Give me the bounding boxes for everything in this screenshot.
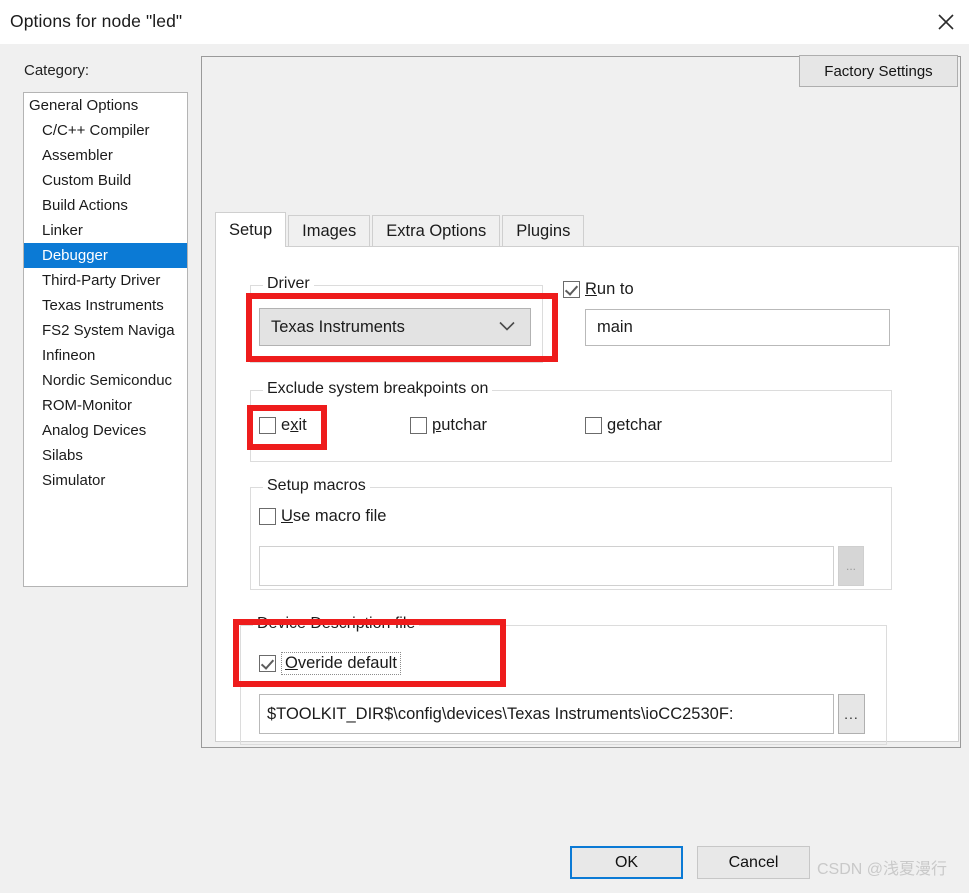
sidebar-item[interactable]: Debugger [24,243,187,268]
label-suffix: se macro file [292,507,387,525]
factory-settings-button[interactable]: Factory Settings [799,55,958,87]
exclude-getchar-label: getchar [607,416,662,435]
sidebar-item[interactable]: Silabs [24,443,187,468]
sidebar-item[interactable]: Texas Instruments [24,293,187,318]
label-accel: p [432,416,442,434]
sidebar-item[interactable]: ROM-Monitor [24,393,187,418]
label-suffix: veride default [297,654,397,672]
sidebar-item[interactable]: Infineon [24,343,187,368]
sidebar-item-label: Analog Devices [42,422,147,439]
exclude-exit-checkbox[interactable]: exit [259,416,307,435]
device-description-path-value: $TOOLKIT_DIR$\config\devices\Texas Instr… [267,704,734,723]
sidebar-item[interactable]: Analog Devices [24,418,187,443]
sidebar-item-label: Nordic Semiconduc [42,372,173,389]
label-suffix: utchar [441,416,488,434]
overide-default-checkbox[interactable]: Overide default [259,652,401,675]
sidebar-item[interactable]: Simulator [24,468,187,493]
run-to-checkbox[interactable]: Run to [563,280,634,299]
exclude-getchar-checkbox[interactable]: getchar [585,416,662,435]
tab-label: Images [302,222,357,240]
close-button[interactable] [923,0,969,44]
category-label: Category: [24,62,90,79]
driver-select[interactable]: Texas Instruments [259,308,531,346]
ok-button[interactable]: OK [570,846,683,879]
label-suffix: etchar [616,416,663,434]
category-list[interactable]: General Options C/C++ Compiler Assembler Cu… [23,92,188,587]
checkbox-glyph [563,281,580,298]
label-accel: g [607,416,617,434]
sidebar-item-label: Custom Build [42,172,132,189]
checkbox-glyph [259,417,276,434]
label-accel: O [285,654,298,672]
device-description-browse-button[interactable]: ... [838,694,865,734]
sidebar-item-label: Assembler [42,147,113,164]
window-title: Options for node "led" [10,11,183,31]
cancel-button[interactable]: Cancel [697,846,810,879]
sidebar-item[interactable]: Build Actions [24,193,187,218]
label-prefix: e [281,416,291,434]
run-to-value: main [597,318,633,336]
label-suffix: it [298,416,307,434]
sidebar-item[interactable]: Assembler [24,143,187,168]
run-to-accel: R [585,280,597,298]
tab-strip: Setup Images Extra Options Plugins [215,212,960,247]
checkbox-glyph [410,417,427,434]
sidebar-item-label: ROM-Monitor [42,397,133,414]
tab-label: Extra Options [386,222,487,240]
tab-plugins[interactable]: Plugins [502,215,585,247]
label-accel: U [281,507,293,525]
watermark: CSDN @浅夏漫行 [817,861,948,878]
exclude-breakpoints-title: Exclude system breakpoints on [263,380,493,398]
sidebar-item[interactable]: Linker [24,218,187,243]
sidebar-item[interactable]: Nordic Semiconduc [24,368,187,393]
exclude-breakpoints-group: Exclude system breakpoints on [250,380,892,462]
sidebar-item-label: Infineon [42,347,96,364]
sidebar-item-label: Silabs [42,447,83,464]
sidebar-item-label: Debugger [42,247,108,264]
overide-default-label: Overide default [281,652,401,675]
sidebar-item-label: Build Actions [42,197,128,214]
exclude-exit-label: exit [281,416,307,435]
checkbox-glyph [585,417,602,434]
macro-file-browse-button[interactable]: ... [838,546,864,586]
exclude-putchar-checkbox[interactable]: putchar [410,416,487,435]
run-to-label: Run to [585,280,634,298]
use-macro-file-checkbox[interactable]: Use macro file [259,507,386,526]
sidebar-item-label: Linker [42,222,83,239]
sidebar-item-label: Third-Party Driver [42,272,161,289]
tab-label: Plugins [516,222,571,240]
sidebar-item[interactable]: Third-Party Driver [24,268,187,293]
run-to-input[interactable]: main [585,309,890,346]
exclude-putchar-label: putchar [432,416,487,435]
sidebar-item-label: Texas Instruments [42,297,164,314]
sidebar-item-label: General Options [29,97,139,114]
checkbox-glyph [259,655,276,672]
chevron-down-icon [498,318,516,337]
driver-selected-value: Texas Instruments [271,317,405,336]
macro-file-input[interactable] [259,546,834,586]
tab-setup[interactable]: Setup [215,212,287,247]
sidebar-item-label: C/C++ Compiler [42,122,150,139]
title-bar: Options for node "led" [0,0,969,45]
sidebar-item[interactable]: FS2 System Naviga [24,318,187,343]
sidebar-item-label: Simulator [42,472,106,489]
sidebar-item[interactable]: General Options [24,93,187,118]
device-description-title: Device Description file [253,615,420,633]
sidebar-item[interactable]: Custom Build [24,168,187,193]
close-icon [936,12,956,32]
tab-label: Setup [229,220,273,239]
device-description-path-input[interactable]: $TOOLKIT_DIR$\config\devices\Texas Instr… [259,694,834,734]
driver-group-title: Driver [263,275,314,293]
sidebar-item[interactable]: C/C++ Compiler [24,118,187,143]
tab-extra-options[interactable]: Extra Options [372,215,501,247]
use-macro-file-label: Use macro file [281,507,386,526]
setup-macros-title: Setup macros [263,477,370,495]
sidebar-item-label: FS2 System Naviga [42,322,175,339]
checkbox-glyph [259,508,276,525]
tab-images[interactable]: Images [288,215,371,247]
